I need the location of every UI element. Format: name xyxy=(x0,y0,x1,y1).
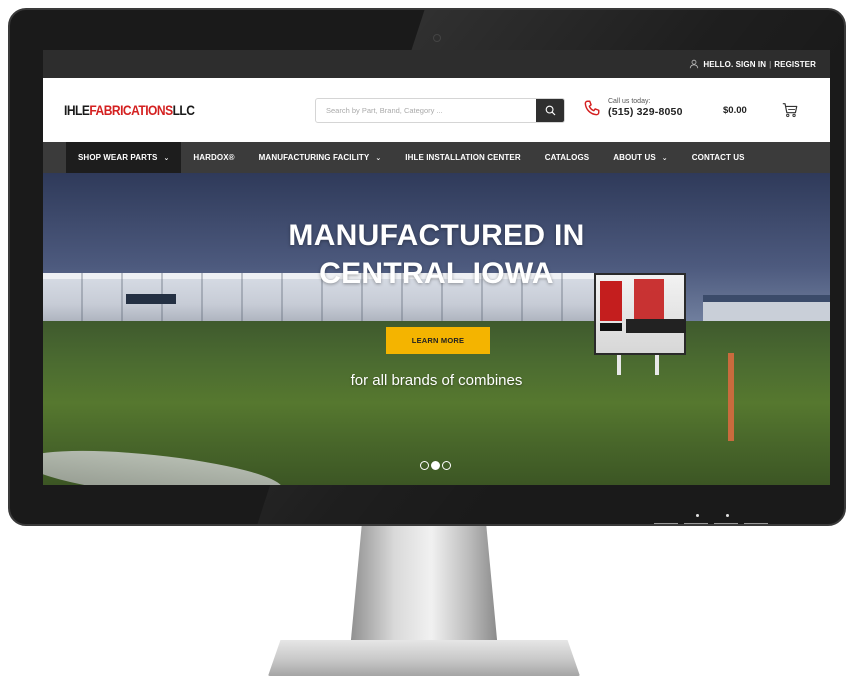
search-bar xyxy=(315,98,565,123)
search-icon xyxy=(545,105,555,116)
nav-installation-center[interactable]: IHLE INSTALLATION CENTER xyxy=(393,142,532,173)
hero-title: MANUFACTURED IN CENTRAL IOWA xyxy=(43,217,830,293)
hero-slider: MANUFACTURED IN CENTRAL IOWA LEARN MORE … xyxy=(43,173,830,485)
bezel-indicator-lights xyxy=(654,512,774,524)
logo-text-llc: LLC xyxy=(172,102,195,118)
nav-label: HARDOX® xyxy=(193,153,235,162)
monitor-stand-neck xyxy=(350,524,498,650)
main-navigation: SHOP WEAR PARTS ⌄ HARDOX® MANUFACTURING … xyxy=(43,142,830,173)
nav-contact-us[interactable]: CONTACT US xyxy=(680,142,757,173)
camera-icon xyxy=(433,34,441,42)
monitor-mockup: HELLO. SIGN IN | REGISTER IHLEFABRICATIO… xyxy=(0,0,848,676)
cart-icon[interactable] xyxy=(781,101,799,119)
slider-dot-1[interactable] xyxy=(420,461,429,470)
slider-dot-2[interactable] xyxy=(431,461,440,470)
website-screen: HELLO. SIGN IN | REGISTER IHLEFABRICATIO… xyxy=(43,50,830,485)
topbar-separator: | xyxy=(769,59,772,69)
logo-text-fabrications: FABRICATIONS xyxy=(89,102,173,118)
nav-label: SHOP WEAR PARTS xyxy=(78,153,158,162)
orange-stake xyxy=(728,353,734,441)
slider-dot-3[interactable] xyxy=(442,461,451,470)
call-us-label: Call us today: xyxy=(608,98,651,105)
chevron-down-icon: ⌄ xyxy=(163,154,170,162)
monitor-stand-base xyxy=(268,640,580,676)
site-header: IHLEFABRICATIONSLLC Call us today: (5 xyxy=(43,78,830,142)
hero-title-line-1: MANUFACTURED IN xyxy=(288,219,585,252)
chevron-down-icon: ⌄ xyxy=(375,154,382,162)
cart-total[interactable]: $0.00 xyxy=(723,105,747,116)
call-us-text: Call us today: (515) 329-8050 xyxy=(608,98,683,118)
nav-manufacturing-facility[interactable]: MANUFACTURING FACILITY ⌄ xyxy=(247,142,394,173)
sign-in-link[interactable]: HELLO. SIGN IN xyxy=(703,60,766,69)
register-link[interactable]: REGISTER xyxy=(774,60,816,69)
nav-label: IHLE INSTALLATION CENTER xyxy=(405,153,521,162)
call-us-block[interactable]: Call us today: (515) 329-8050 xyxy=(583,98,683,118)
search-button[interactable] xyxy=(536,99,564,122)
sign-address-plate xyxy=(600,323,622,331)
nav-label: CONTACT US xyxy=(691,153,745,162)
nav-label: CATALOGS xyxy=(544,153,590,162)
logo-text-ihle: IHLE xyxy=(64,102,90,118)
building-sign xyxy=(126,294,176,304)
nav-shop-wear-parts[interactable]: SHOP WEAR PARTS ⌄ xyxy=(66,142,182,173)
sign-panel xyxy=(626,319,686,333)
user-icon xyxy=(690,59,699,69)
learn-more-button[interactable]: LEARN MORE xyxy=(386,327,490,354)
phone-icon xyxy=(584,100,600,116)
top-utility-bar: HELLO. SIGN IN | REGISTER xyxy=(43,50,830,78)
nav-catalogs[interactable]: CATALOGS xyxy=(533,142,602,173)
site-logo[interactable]: IHLEFABRICATIONSLLC xyxy=(64,102,195,118)
hero-subtitle: for all brands of combines xyxy=(350,372,523,389)
chevron-down-icon: ⌄ xyxy=(661,154,668,162)
nav-label: ABOUT US xyxy=(613,153,656,162)
nav-hardox[interactable]: HARDOX® xyxy=(181,142,246,173)
nav-label: MANUFACTURING FACILITY xyxy=(258,153,370,162)
hero-title-line-2: CENTRAL IOWA xyxy=(319,257,554,290)
search-input[interactable] xyxy=(316,99,536,122)
phone-number[interactable]: (515) 329-8050 xyxy=(608,106,683,118)
nav-about-us[interactable]: ABOUT US ⌄ xyxy=(601,142,680,173)
slider-dots xyxy=(420,461,451,470)
